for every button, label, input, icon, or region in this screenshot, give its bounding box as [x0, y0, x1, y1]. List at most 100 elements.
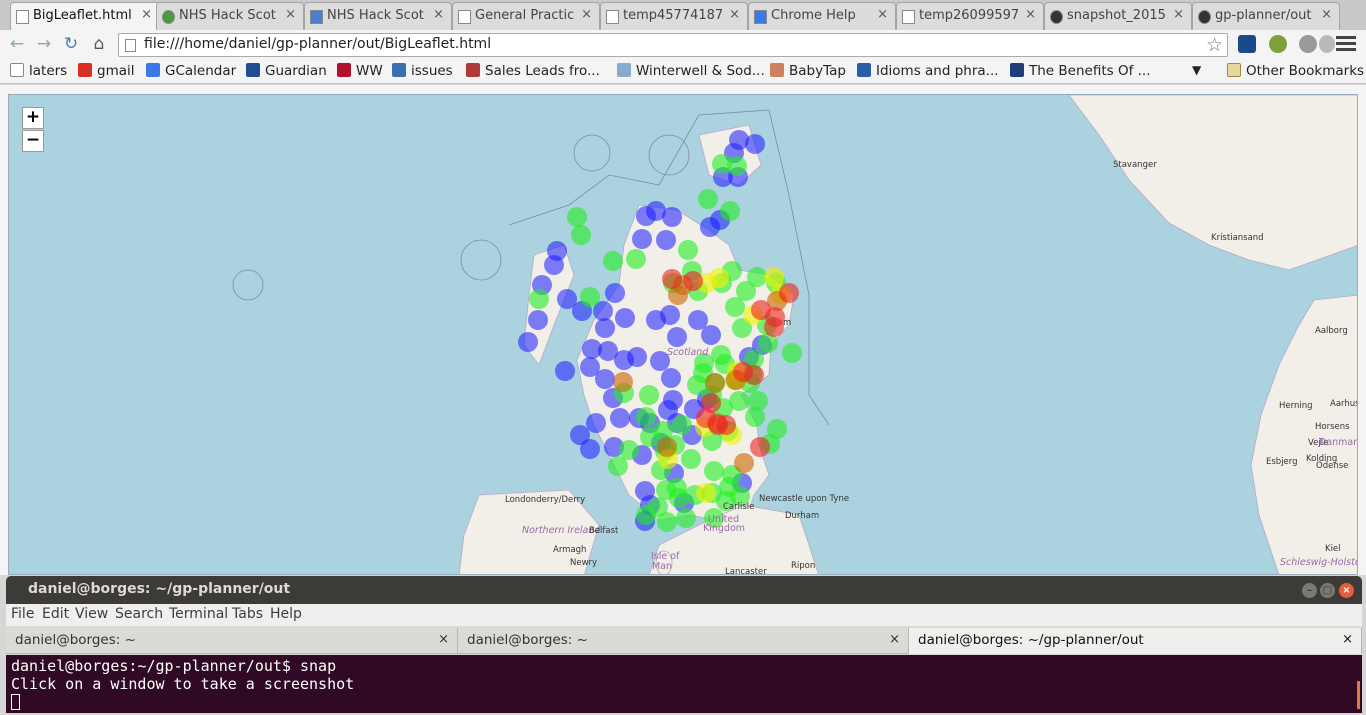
gp-practice-marker[interactable] [734, 453, 754, 473]
browser-tab[interactable]: BigLeaflet.html × [10, 2, 160, 30]
bookmark-item[interactable]: BabyTap [770, 63, 846, 79]
gp-practice-marker[interactable] [667, 327, 687, 347]
bookmark-item[interactable]: Sales Leads fro... [466, 63, 600, 79]
gp-practice-marker[interactable] [727, 156, 747, 176]
gp-practice-marker[interactable] [779, 283, 799, 303]
gp-practice-marker[interactable] [615, 308, 635, 328]
bookmark-item[interactable]: issues [392, 63, 453, 79]
bookmarks-overflow-chevron-icon[interactable]: ▼ [1192, 63, 1201, 77]
gp-practice-marker[interactable] [580, 287, 600, 307]
gp-practice-marker[interactable] [720, 201, 740, 221]
terminal-tab[interactable]: daniel@borges: ~/gp-planner/out × [909, 628, 1362, 654]
gp-practice-marker[interactable] [667, 478, 687, 498]
chrome-menu-icon[interactable] [1336, 33, 1356, 55]
close-tab-icon[interactable]: × [433, 7, 444, 22]
gp-practice-marker[interactable] [688, 310, 708, 330]
bookmark-item[interactable]: Idioms and phra... [857, 63, 999, 79]
gp-practice-marker[interactable] [603, 251, 623, 271]
gp-practice-marker[interactable] [636, 407, 656, 427]
bookmark-star-icon[interactable]: ☆ [1206, 34, 1223, 56]
gp-practice-marker[interactable] [640, 427, 660, 447]
gp-practice-marker[interactable] [662, 207, 682, 227]
other-bookmarks-folder[interactable]: Other Bookmarks [1227, 63, 1364, 79]
browser-tab[interactable]: snapshot_2015 × [1044, 2, 1192, 30]
gp-practice-marker[interactable] [518, 332, 538, 352]
back-button[interactable]: ← [6, 33, 28, 55]
gp-practice-marker[interactable] [595, 318, 615, 338]
close-tab-icon[interactable]: × [141, 7, 152, 22]
gp-practice-marker[interactable] [681, 449, 701, 469]
close-window-icon[interactable]: × [1339, 583, 1354, 598]
bookmark-item[interactable]: WW [337, 63, 383, 79]
forward-button[interactable]: → [33, 33, 55, 55]
browser-tab[interactable]: temp45774187 × [600, 2, 748, 30]
close-tab-icon[interactable]: × [438, 632, 449, 647]
browser-tab[interactable]: gp-planner/out × [1192, 2, 1340, 30]
gp-practice-marker[interactable] [678, 240, 698, 260]
terminal-menu-view[interactable]: View [75, 606, 108, 622]
browser-tab[interactable]: NHS Hack Scot × [156, 2, 304, 30]
gp-practice-marker[interactable] [657, 437, 677, 457]
zoom-out-button[interactable]: − [22, 130, 44, 152]
gp-practice-marker[interactable] [636, 505, 656, 525]
maximize-icon[interactable]: □ [1320, 583, 1335, 598]
close-tab-icon[interactable]: × [877, 7, 888, 22]
gp-practice-marker[interactable] [595, 369, 615, 389]
close-tab-icon[interactable]: × [729, 7, 740, 22]
bookmark-item[interactable]: Guardian [246, 63, 327, 79]
close-tab-icon[interactable]: × [285, 7, 296, 22]
extension-chart-icon[interactable] [1238, 35, 1256, 53]
gp-practice-marker[interactable] [676, 508, 696, 528]
gp-practice-marker[interactable] [555, 361, 575, 381]
bookmark-item[interactable]: Winterwell & Sod... [617, 63, 765, 79]
close-tab-icon[interactable]: × [889, 632, 900, 647]
leaflet-map[interactable]: Stavanger Kristiansand Aalborg Herning Aarhu… [8, 94, 1358, 575]
gp-practice-marker[interactable] [696, 483, 716, 503]
gp-practice-marker[interactable] [745, 134, 765, 154]
close-tab-icon[interactable]: × [1321, 7, 1332, 22]
terminal-output[interactable]: daniel@borges:~/gp-planner/out$ snap Cli… [6, 655, 1362, 713]
gp-practice-marker[interactable] [605, 283, 625, 303]
extension-power-icon[interactable] [1319, 35, 1335, 53]
gp-practice-marker[interactable] [744, 365, 764, 385]
bookmark-item[interactable]: laters [10, 63, 67, 79]
terminal-menu-search[interactable]: Search [115, 606, 163, 622]
terminal-menu-file[interactable]: File [11, 606, 34, 622]
gp-practice-marker[interactable] [736, 281, 756, 301]
gp-practice-marker[interactable] [614, 350, 634, 370]
minimize-icon[interactable]: – [1302, 583, 1317, 598]
gp-practice-marker[interactable] [544, 255, 564, 275]
terminal-menu-terminal[interactable]: Terminal [169, 606, 228, 622]
gp-practice-marker[interactable] [632, 229, 652, 249]
close-tab-icon[interactable]: × [1173, 7, 1184, 22]
gp-practice-marker[interactable] [700, 217, 720, 237]
home-button[interactable]: ⌂ [88, 33, 110, 55]
extension-shield-icon[interactable] [1299, 35, 1317, 53]
gp-practice-marker[interactable] [528, 310, 548, 330]
close-tab-icon[interactable]: × [1342, 632, 1353, 647]
browser-tab[interactable]: Chrome Help × [748, 2, 896, 30]
gp-practice-marker[interactable] [704, 461, 724, 481]
gp-practice-marker[interactable] [660, 305, 680, 325]
terminal-menu-tabs[interactable]: Tabs [232, 606, 263, 622]
browser-tab[interactable]: General Practic × [452, 2, 600, 30]
gp-practice-marker[interactable] [701, 393, 721, 413]
gp-practice-marker[interactable] [586, 413, 606, 433]
gp-practice-marker[interactable] [672, 415, 692, 435]
browser-tab[interactable]: NHS Hack Scot × [304, 2, 452, 30]
gp-practice-marker[interactable] [613, 372, 633, 392]
reload-button[interactable]: ↻ [60, 33, 82, 55]
gp-practice-marker[interactable] [751, 300, 771, 320]
terminal-tab[interactable]: daniel@borges: ~ × [458, 628, 909, 654]
gp-practice-marker[interactable] [661, 368, 681, 388]
zoom-in-button[interactable]: + [22, 107, 44, 129]
gp-practice-marker[interactable] [529, 289, 549, 309]
gp-practice-marker[interactable] [662, 269, 682, 289]
gp-practice-marker[interactable] [657, 512, 677, 532]
gp-practice-marker[interactable] [580, 439, 600, 459]
gp-practice-marker[interactable] [656, 230, 676, 250]
address-bar[interactable]: file:///home/daniel/gp-planner/out/BigLe… [118, 33, 1228, 57]
gp-practice-marker[interactable] [745, 407, 765, 427]
gp-practice-marker[interactable] [698, 189, 718, 209]
gp-practice-marker[interactable] [709, 268, 729, 288]
